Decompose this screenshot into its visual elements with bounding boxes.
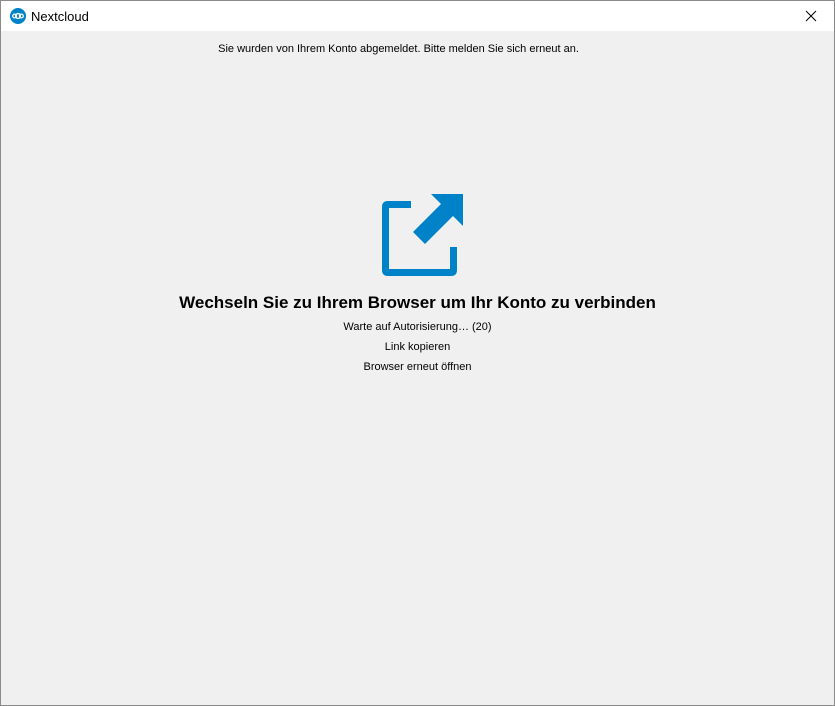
reopen-browser-row: Browser erneut öffnen: [1, 361, 834, 373]
logged-out-message: Sie wurden von Ihrem Konto abgemeldet. B…: [218, 43, 579, 55]
copy-link-button[interactable]: Link kopieren: [385, 341, 450, 353]
title-bar[interactable]: Nextcloud: [1, 1, 834, 31]
close-button[interactable]: [788, 1, 834, 31]
window-title: Nextcloud: [31, 9, 89, 24]
copy-link-row: Link kopieren: [1, 341, 834, 353]
close-icon: [805, 10, 817, 22]
nextcloud-window: Nextcloud Sie wurden von Ihrem Konto abg…: [0, 0, 835, 706]
nextcloud-logo-icon: [10, 8, 26, 24]
connect-headline: Wechseln Sie zu Ihrem Browser um Ihr Kon…: [179, 293, 656, 312]
open-in-browser-icon: [379, 193, 463, 277]
authorization-status: Warte auf Autorisierung… (20): [343, 321, 492, 333]
reopen-browser-button[interactable]: Browser erneut öffnen: [363, 361, 471, 373]
